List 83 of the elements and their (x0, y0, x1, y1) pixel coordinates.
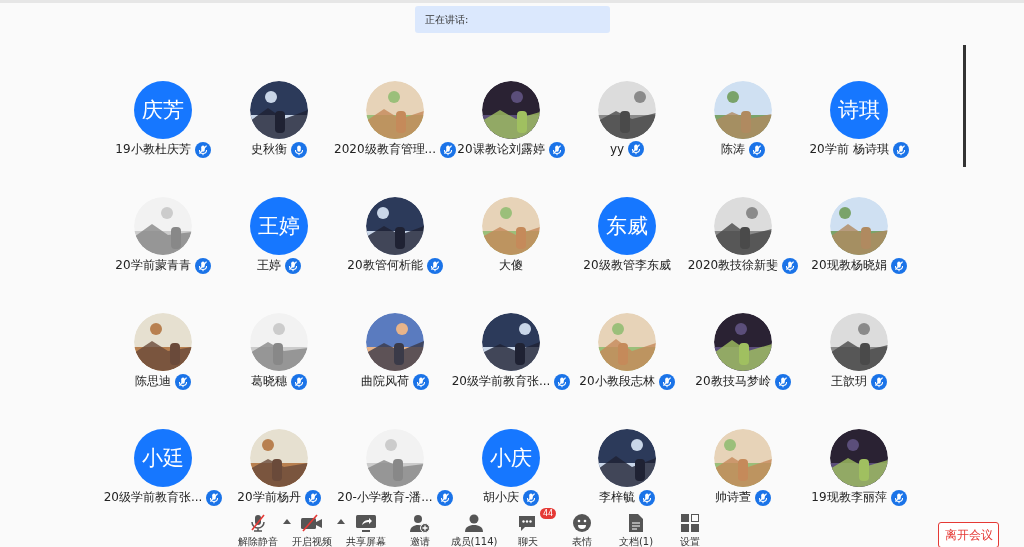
participant-name: 20级学前教育张... (451, 373, 551, 390)
participant-name: 20现教杨晓娟 (811, 257, 887, 274)
muted-mic-icon[interactable] (413, 373, 429, 390)
muted-mic-icon[interactable] (523, 489, 539, 506)
muted-mic-icon[interactable] (291, 373, 307, 390)
participant-name: yy (609, 142, 625, 156)
video-off-icon[interactable] (300, 513, 324, 533)
share-screen-icon[interactable] (355, 513, 377, 533)
smiley-icon[interactable] (572, 513, 592, 533)
participant-name: 陈思迪 (135, 373, 171, 390)
avatar: 小廷 (134, 429, 192, 487)
participant-name: 20教管何析能 (347, 257, 423, 274)
participant-name: 20小教段志林 (579, 373, 655, 390)
muted-mic-icon[interactable] (194, 257, 211, 274)
avatar: 诗琪 (830, 81, 888, 139)
caret-icon[interactable] (283, 519, 291, 524)
unread-badge: 44 (540, 508, 557, 519)
muted-mic-icon[interactable] (248, 513, 268, 533)
participant-name: 19小教杜庆芳 (115, 141, 191, 158)
leave-meeting-button[interactable]: 离开会议 (938, 522, 999, 547)
muted-mic-icon[interactable] (628, 141, 645, 157)
participant-name: 20学前蒙青青 (115, 257, 191, 274)
participant-name: 陈涛 (721, 141, 745, 158)
muted-mic-icon[interactable] (749, 141, 765, 158)
mic-icon[interactable] (291, 141, 307, 158)
participant-name: 20级学前教育张... (103, 489, 203, 506)
toolbar-button[interactable]: 聊天 (517, 513, 539, 547)
muted-mic-icon[interactable] (658, 373, 675, 390)
participant-name: 曲院风荷 (361, 373, 409, 390)
muted-mic-icon[interactable] (194, 141, 211, 158)
person-icon[interactable] (463, 513, 485, 533)
muted-mic-icon[interactable] (436, 489, 453, 506)
add-person-icon[interactable] (409, 513, 431, 533)
muted-mic-icon[interactable] (890, 489, 907, 506)
participant-name: 王婷 (257, 257, 281, 274)
participant-name: 20-小学教育-潘... (337, 489, 433, 506)
avatar: 东威 (598, 197, 656, 255)
toolbar-button[interactable]: 设置 (680, 513, 700, 547)
muted-mic-icon[interactable] (285, 257, 301, 274)
toolbar-button[interactable]: 成员(114) (450, 513, 498, 547)
toolbar-button[interactable]: 表情 (572, 513, 592, 547)
muted-mic-icon[interactable] (548, 141, 565, 158)
participant-name: 大傻 (499, 257, 523, 274)
participant-name: 19现教李丽萍 (811, 489, 887, 506)
participant-name: 20教技马梦岭 (695, 373, 771, 390)
toolbar-button[interactable]: 共享屏幕 (346, 513, 386, 547)
muted-mic-icon[interactable] (206, 489, 223, 506)
toolbar-button[interactable]: 文档(1) (618, 513, 654, 547)
participant-name: 2020级教育管理... (334, 141, 436, 158)
speaking-banner: 正在讲话: (415, 6, 610, 33)
muted-mic-icon[interactable] (774, 373, 791, 390)
toolbar-button[interactable]: 邀请 (409, 513, 431, 547)
toolbar-button[interactable]: 开启视频 (292, 513, 332, 547)
participant-name: 李梓毓 (599, 489, 635, 506)
participant-name: 胡小庆 (483, 489, 519, 506)
muted-mic-icon[interactable] (426, 257, 443, 274)
muted-mic-icon[interactable] (892, 141, 909, 158)
muted-mic-icon[interactable] (440, 141, 456, 158)
participant-name: 葛晓穗 (251, 373, 287, 390)
grid-icon[interactable] (680, 513, 700, 533)
avatar: 庆芳 (134, 81, 192, 139)
muted-mic-icon[interactable] (175, 373, 191, 390)
avatar: 王婷 (250, 197, 308, 255)
participant-name: 20级教管李东威 (583, 257, 671, 274)
participant-name: 20学前 杨诗琪 (809, 141, 889, 158)
participant-name: 王歆玥 (831, 373, 867, 390)
muted-mic-icon[interactable] (304, 489, 321, 506)
muted-mic-icon[interactable] (782, 257, 799, 274)
participant-name: 2020教技徐新斐 (687, 257, 779, 274)
muted-mic-icon[interactable] (890, 257, 907, 274)
participant-name: 史秋衡 (251, 141, 287, 158)
scrollbar[interactable] (963, 45, 966, 167)
muted-mic-icon[interactable] (554, 373, 571, 390)
participant-name: 20学前杨丹 (237, 489, 301, 506)
muted-mic-icon[interactable] (871, 373, 887, 390)
avatar: 小庆 (482, 429, 540, 487)
participant-name: 帅诗萱 (715, 489, 751, 506)
caret-icon[interactable] (337, 519, 345, 524)
document-icon[interactable] (627, 513, 645, 533)
toolbar-button[interactable]: 解除静音 (238, 513, 278, 547)
participant-name: 20课教论刘露婷 (457, 141, 545, 158)
muted-mic-icon[interactable] (755, 489, 771, 506)
muted-mic-icon[interactable] (639, 489, 655, 506)
